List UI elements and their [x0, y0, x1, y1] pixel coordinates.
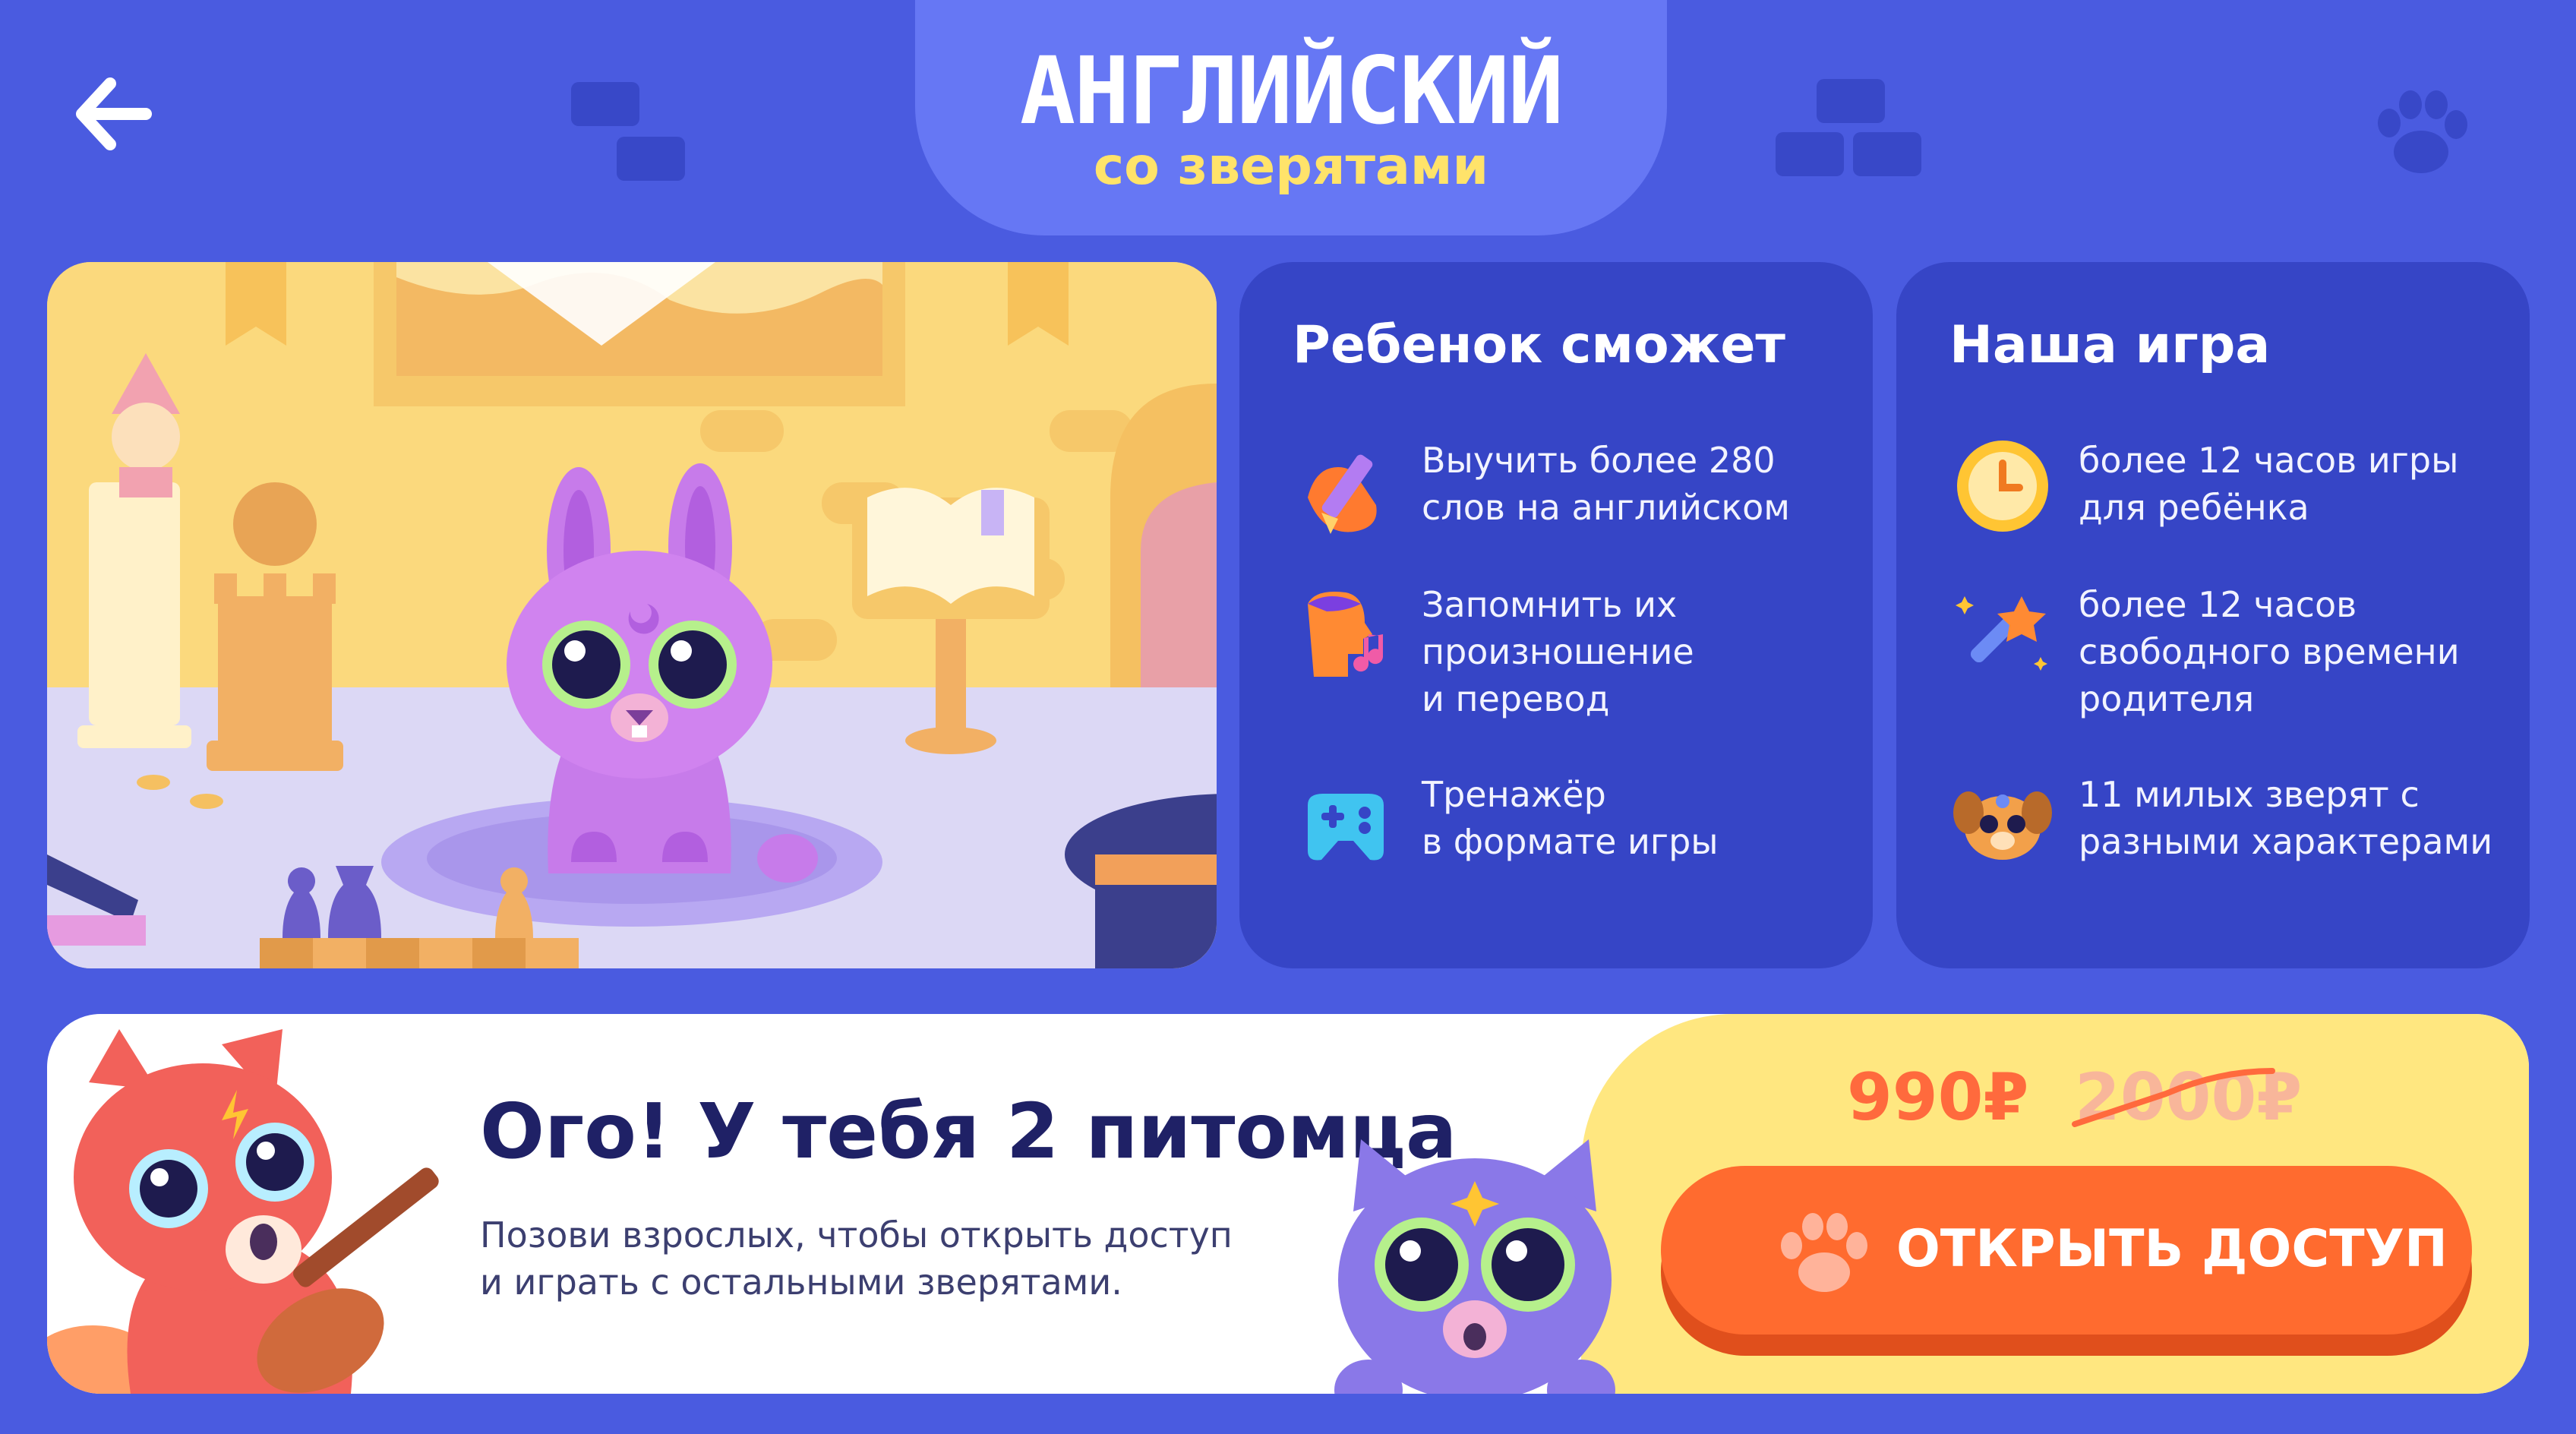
feature-text: более 12 часов игры для ребёнка — [2079, 440, 2459, 528]
hero-illustration — [47, 262, 1217, 968]
feature-text: Тренажёр в формате игры — [1422, 774, 1719, 862]
app-title: АНГЛИЙСКИЙ — [1019, 37, 1564, 145]
feature-item: 11 милых зверят с разными характерами — [1949, 771, 2511, 923]
open-access-button[interactable]: ОТКРЫТЬ ДОСТУП — [1661, 1166, 2472, 1356]
decor-brick — [1817, 79, 1885, 123]
paywall-banner: Ого! У тебя 2 питомца Позови взрослых, ч… — [47, 1014, 2529, 1394]
child-skills-card: Ребенок сможет Выучить более 280 слов на… — [1239, 262, 1873, 968]
decor-brick — [1853, 132, 1921, 176]
feature-item: Выучить более 280 слов на английском — [1293, 437, 1855, 589]
decor-brick — [1776, 132, 1844, 176]
feature-item: Тренажёр в формате игры — [1293, 771, 1855, 923]
feature-item: более 12 часов свободного времени родите… — [1949, 581, 2511, 733]
back-button[interactable] — [68, 72, 159, 156]
paw-decor-icon — [2368, 84, 2474, 182]
app-subtitle: со зверятами — [1093, 137, 1489, 197]
paw-icon — [1775, 1208, 1874, 1299]
feature-text: Выучить более 280 слов на английском — [1422, 440, 1790, 528]
feature-text: 11 милых зверят с разными характерами — [2079, 774, 2493, 862]
open-access-label: ОТКРЫТЬ ДОСТУП — [1896, 1219, 2448, 1279]
clock-icon — [1949, 437, 2056, 543]
hand-pencil-icon — [1293, 437, 1399, 543]
banner-title: Ого! У тебя 2 питомца — [480, 1087, 1457, 1176]
puppy-face-icon — [1949, 771, 2056, 877]
current-price: 990₽ — [1847, 1060, 2029, 1136]
decor-brick — [617, 137, 685, 181]
arrow-left-icon — [76, 77, 152, 150]
magic-wand-icon — [1949, 581, 2056, 687]
speaking-head-music-icon — [1293, 581, 1399, 687]
feature-item: более 12 часов игры для ребёнка — [1949, 437, 2511, 589]
decor-brick — [571, 82, 639, 126]
feature-text: Запомнить их произношение и перевод — [1422, 584, 1694, 719]
cat-character — [1323, 1128, 1627, 1394]
feature-text: более 12 часов свободного времени родите… — [2079, 584, 2460, 719]
banner-text: Позови взрослых, чтобы открыть доступ и … — [480, 1214, 1233, 1303]
gamepad-icon — [1293, 771, 1399, 877]
our-game-card: Наша игра более 12 часов игры для ребёнк… — [1896, 262, 2530, 968]
card-title: Ребенок сможет — [1293, 315, 1785, 375]
fox-character — [47, 1014, 472, 1394]
feature-item: Запомнить их произношение и перевод — [1293, 581, 1855, 733]
old-price: 2000₽ — [2072, 1060, 2302, 1136]
card-title: Наша игра — [1949, 315, 2271, 375]
